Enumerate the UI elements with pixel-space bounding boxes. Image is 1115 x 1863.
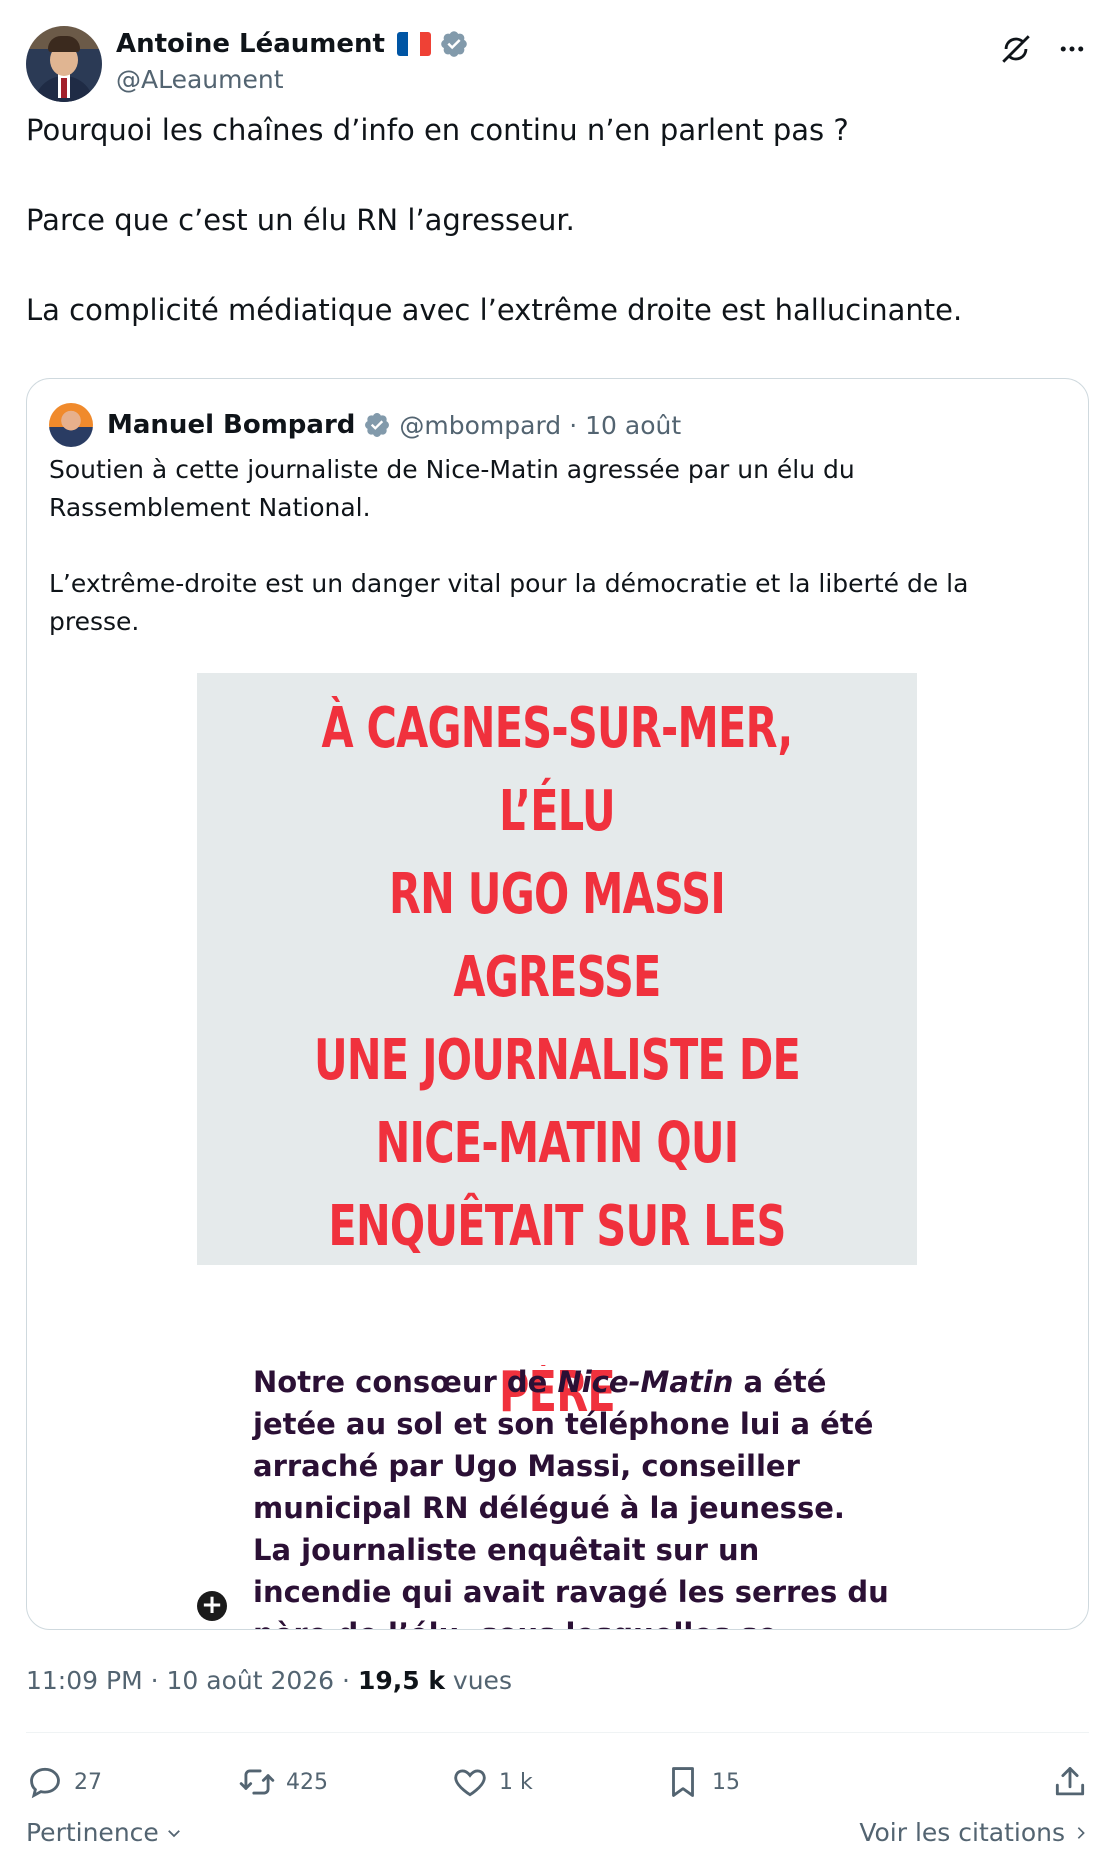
heart-icon (454, 1769, 486, 1797)
like-count: 1 k (499, 1769, 533, 1795)
verified-badge-icon (365, 413, 390, 437)
grok-icon[interactable] (999, 32, 1033, 66)
chevron-down-icon (167, 1829, 180, 1837)
author-handle[interactable]: @ALeaument (116, 62, 469, 98)
replies-footer: Pertinence Voir les citations (26, 1818, 1089, 1854)
repost-button[interactable]: 425 (238, 1752, 328, 1812)
reply-button[interactable]: 27 (26, 1752, 102, 1812)
share-button[interactable] (1051, 1752, 1089, 1812)
quoted-display-name: Manuel Bompard (107, 410, 356, 440)
meta-separator: · (342, 1666, 350, 1695)
poster-body-text: Notre consœur de Nice-Matin a été jetée … (253, 1361, 893, 1629)
views-label: vues (452, 1666, 512, 1695)
sort-dropdown[interactable]: Pertinence (26, 1818, 183, 1847)
quoted-separator: · (569, 410, 578, 440)
like-button[interactable]: 1 k (451, 1752, 533, 1812)
poster-header-panel: À CAGNES-SUR-MER, L’ÉLU RN UGO MASSI AGR… (197, 673, 917, 1425)
tweet-meta: 11:09 PM · 10 août 2026 · 19,5 k vues (26, 1666, 512, 1695)
repost-icon (239, 1769, 275, 1795)
poster-curve (197, 1265, 917, 1365)
verified-badge-icon[interactable] (439, 29, 469, 59)
divider (26, 1732, 1089, 1733)
share-icon (1055, 1767, 1085, 1796)
author-name-row[interactable]: Antoine Léaument (116, 26, 469, 62)
reply-icon (30, 1767, 60, 1799)
bookmark-count: 15 (712, 1769, 740, 1795)
quoted-date: 10 août (585, 410, 682, 440)
quoted-header: Manuel Bompard @mbompard · 10 août (49, 403, 681, 447)
quoted-avatar (49, 403, 93, 447)
quoted-text: Soutien à cette journaliste de Nice-Mati… (49, 455, 969, 636)
bookmark-icon (672, 1767, 694, 1797)
reply-count: 27 (74, 1769, 102, 1795)
poster-body-rest: a été jetée au sol et son téléphone lui … (253, 1365, 889, 1629)
tweet-header: Antoine Léaument @ALeaument (26, 26, 1089, 106)
quoted-image[interactable]: À CAGNES-SUR-MER, L’ÉLU RN UGO MASSI AGR… (197, 673, 917, 1629)
tweet-date[interactable]: 10 août 2026 (167, 1666, 335, 1695)
chevron-right-icon (1077, 1826, 1085, 1839)
author-display-name[interactable]: Antoine Léaument (116, 26, 385, 62)
poster-body-italic: Nice-Matin (557, 1365, 734, 1399)
tweet-time[interactable]: 11:09 PM (26, 1666, 143, 1695)
quoted-handle: @mbompard (399, 410, 562, 440)
header-actions (999, 32, 1089, 66)
plus-circle-icon: + (197, 1591, 227, 1621)
author-avatar[interactable] (26, 26, 102, 102)
meta-separator: · (150, 1666, 159, 1695)
repost-count: 425 (286, 1769, 328, 1795)
poster-body-prefix: Notre consœur de (253, 1365, 558, 1399)
bookmark-button[interactable]: 15 (664, 1752, 740, 1812)
action-bar: 27 425 1 k 15 (26, 1752, 1089, 1812)
flag-france-icon (396, 32, 431, 56)
tweet-text: Pourquoi les chaînes d’info en continu n… (26, 113, 963, 327)
view-quotes-link[interactable]: Voir les citations (859, 1818, 1089, 1847)
view-quotes-label: Voir les citations (859, 1818, 1065, 1847)
more-options-icon[interactable] (1055, 32, 1089, 66)
views-count: 19,5 k (357, 1666, 445, 1695)
quoted-tweet[interactable]: Manuel Bompard @mbompard · 10 août Souti… (26, 378, 1089, 1630)
sort-label: Pertinence (26, 1818, 159, 1847)
author-info: Antoine Léaument @ALeaument (116, 26, 469, 98)
